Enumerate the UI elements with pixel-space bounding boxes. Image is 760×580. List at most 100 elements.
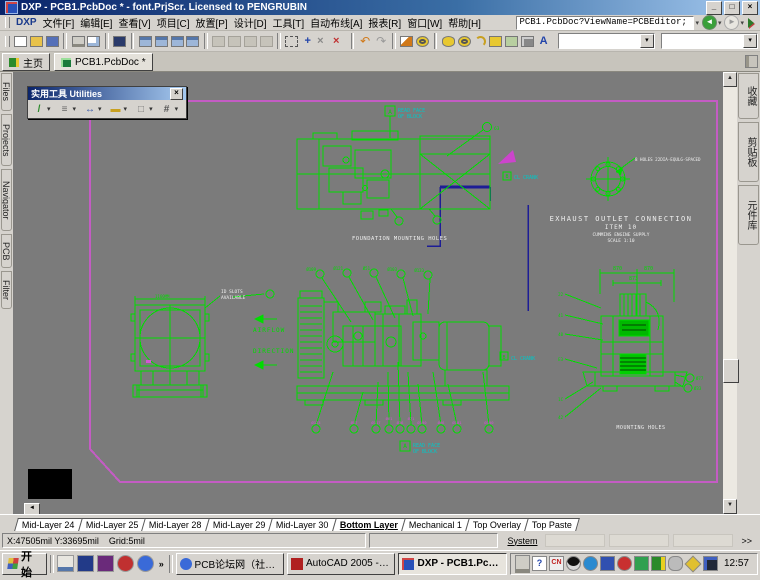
- mouse-tray-icon[interactable]: [668, 556, 683, 571]
- task-pcb-forum[interactable]: PCB论坛网（社区|技术...: [176, 553, 284, 575]
- dimension-tool-button[interactable]: ↔▾: [81, 102, 105, 117]
- redo-button[interactable]: ↷: [373, 33, 389, 50]
- panel-group-button[interactable]: [673, 534, 733, 547]
- grid-tool-button[interactable]: #▾: [158, 102, 182, 117]
- menu-help[interactable]: 帮助[H]: [445, 15, 484, 30]
- toolbar-grip[interactable]: [5, 17, 10, 28]
- paste-array-button[interactable]: [258, 33, 274, 50]
- forward-button[interactable]: ►: [724, 15, 739, 30]
- undo-button[interactable]: ↶: [357, 33, 373, 50]
- layer-tab-mech1[interactable]: Mechanical 1: [401, 518, 470, 531]
- panel-group-button[interactable]: [609, 534, 669, 547]
- quicklaunch-overflow-icon[interactable]: »: [157, 559, 166, 569]
- panel-tab-navigator[interactable]: Navigator: [1, 169, 12, 231]
- deselect-button[interactable]: ×: [316, 33, 332, 50]
- panel-tab-clipboard[interactable]: 剪贴板: [738, 122, 759, 182]
- layer-tab-top-overlay[interactable]: Top Overlay: [465, 518, 529, 531]
- minimize-button[interactable]: _: [706, 1, 722, 15]
- help-tray-icon[interactable]: ?: [532, 556, 547, 571]
- open-window-3-button[interactable]: [169, 33, 185, 50]
- more-panels-button[interactable]: >>: [737, 535, 756, 547]
- scroll-up-icon[interactable]: ▲: [723, 72, 737, 87]
- quicklaunch-app-icon[interactable]: [117, 555, 134, 572]
- open-window-1-button[interactable]: [137, 33, 153, 50]
- menu-project[interactable]: 项目[C]: [154, 15, 193, 30]
- close-button[interactable]: ×: [742, 1, 758, 15]
- panel-tab-favorites[interactable]: 收藏: [738, 73, 759, 119]
- interactive-route-button[interactable]: [399, 33, 415, 50]
- quicklaunch-app-icon[interactable]: [77, 555, 94, 572]
- menu-tools[interactable]: 工具[T]: [270, 15, 308, 30]
- task-dxp-active[interactable]: DXP - PCB1.PcbDoc * - f...: [398, 553, 506, 575]
- internet-explorer-icon[interactable]: [137, 555, 154, 572]
- menu-place[interactable]: 放置[P]: [192, 15, 230, 30]
- ruler-tool-button[interactable]: ▬▾: [107, 102, 131, 117]
- tab-home[interactable]: 主页: [2, 53, 50, 71]
- move-selection-button[interactable]: +: [300, 33, 316, 50]
- panel-group-button[interactable]: [545, 534, 605, 547]
- place-via-button[interactable]: [456, 33, 472, 50]
- place-arc-button[interactable]: [472, 33, 488, 50]
- task-autocad[interactable]: AutoCAD 2005 - [C:\D...: [287, 553, 395, 575]
- menu-reports[interactable]: 报表[R]: [365, 15, 404, 30]
- panel-tab-files[interactable]: Files: [1, 73, 12, 111]
- net-combobox[interactable]: ▾: [661, 33, 758, 49]
- tab-pcb1-pcbdoc[interactable]: PCB1.PcbDoc *: [54, 53, 153, 71]
- pcb-design-canvas[interactable]: A READ FACE OF BLOCK 63 B CL CRANK B CL …: [13, 72, 723, 514]
- scrollbar-thumb[interactable]: [723, 359, 739, 383]
- layer-tab-mid24[interactable]: Mid-Layer 24: [14, 518, 82, 531]
- hscroll-left-button[interactable]: ◄: [24, 503, 40, 514]
- panels-icon[interactable]: [745, 55, 758, 68]
- print-preview-button[interactable]: [86, 33, 102, 50]
- save-button[interactable]: [44, 33, 60, 50]
- menu-view[interactable]: 查看[V]: [115, 15, 153, 30]
- find-button[interactable]: [415, 33, 431, 50]
- place-polygon-button[interactable]: [504, 33, 520, 50]
- layer-tab-mid30[interactable]: Mid-Layer 30: [268, 518, 336, 531]
- menu-autoroute[interactable]: 自动布线[A]: [307, 15, 365, 30]
- open-button[interactable]: [29, 33, 45, 50]
- app-tray-icon[interactable]: [600, 556, 615, 571]
- utilities-close-icon[interactable]: ×: [170, 88, 183, 100]
- app-tray-icon[interactable]: [684, 555, 701, 572]
- menu-file[interactable]: 文件[F]: [40, 15, 78, 30]
- menu-dxp[interactable]: DXP: [13, 17, 40, 28]
- panel-tab-pcb[interactable]: PCB: [1, 234, 12, 268]
- draw-tool-button[interactable]: /▾: [30, 102, 54, 117]
- open-window-4-button[interactable]: [185, 33, 201, 50]
- room-tool-button[interactable]: □▾: [132, 102, 156, 117]
- open-window-2-button[interactable]: [153, 33, 169, 50]
- panel-tab-projects[interactable]: Projects: [1, 114, 12, 166]
- address-dropdown-icon[interactable]: ▾: [695, 19, 699, 27]
- menu-window[interactable]: 窗口[W]: [404, 15, 445, 30]
- app-tray-icon[interactable]: [634, 556, 649, 571]
- clear-filter-button[interactable]: ×: [332, 33, 348, 50]
- layer-tab-mid28[interactable]: Mid-Layer 28: [141, 518, 209, 531]
- combo-dropdown-icon[interactable]: ▾: [743, 34, 757, 48]
- scroll-down-icon[interactable]: ▼: [723, 499, 737, 514]
- menu-design[interactable]: 设计[D]: [231, 15, 270, 30]
- dropdown-caret-icon[interactable]: ▾: [124, 105, 128, 113]
- start-button[interactable]: 开始: [2, 553, 47, 575]
- panel-tab-libraries[interactable]: 元件库: [738, 185, 759, 245]
- utilities-title-bar[interactable]: 实用工具 Utilities ×: [28, 87, 186, 100]
- new-document-button[interactable]: [13, 33, 29, 50]
- layer-tab-bottom[interactable]: Bottom Layer: [332, 518, 406, 531]
- footprint-combobox[interactable]: ▾: [558, 33, 655, 49]
- vertical-scrollbar[interactable]: ▲ ▼: [723, 72, 737, 514]
- quicklaunch-app-icon[interactable]: [97, 555, 114, 572]
- place-string-button[interactable]: A: [536, 33, 552, 50]
- layer-tab-mid25[interactable]: Mid-Layer 25: [78, 518, 146, 531]
- messenger-tray-icon[interactable]: [583, 556, 598, 571]
- dropdown-caret-icon[interactable]: ▾: [47, 105, 51, 113]
- qq-tray-icon[interactable]: [566, 556, 581, 571]
- print-button[interactable]: [70, 33, 86, 50]
- dropdown-caret-icon[interactable]: ▾: [73, 105, 77, 113]
- toolbar-grip[interactable]: [5, 36, 10, 47]
- layer-tab-mid29[interactable]: Mid-Layer 29: [205, 518, 273, 531]
- back-button[interactable]: ◄: [702, 15, 717, 30]
- layer-tab-top-paste[interactable]: Top Paste: [524, 518, 580, 531]
- menu-edit[interactable]: 编辑[E]: [77, 15, 115, 30]
- language-indicator-cn[interactable]: CN: [549, 556, 564, 571]
- maximize-button[interactable]: □: [724, 1, 740, 15]
